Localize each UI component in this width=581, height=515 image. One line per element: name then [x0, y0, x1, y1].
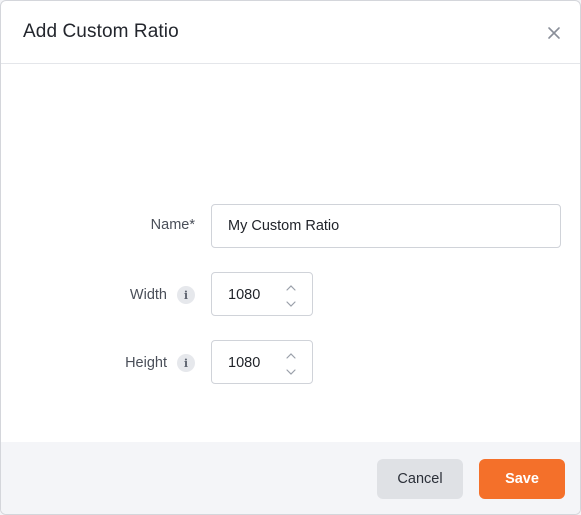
height-label: Height	[125, 355, 167, 371]
close-button[interactable]	[542, 21, 566, 45]
chevron-down-icon	[286, 369, 296, 375]
height-value: 1080	[228, 355, 261, 371]
width-stepper[interactable]: 1080	[211, 272, 313, 316]
close-icon	[548, 27, 560, 39]
name-input[interactable]	[211, 204, 561, 248]
chevron-up-icon	[286, 353, 296, 359]
width-value: 1080	[228, 287, 261, 303]
height-info-icon[interactable]: i	[177, 354, 195, 372]
width-decrement-button[interactable]	[284, 297, 298, 311]
add-custom-ratio-dialog: Add Custom Ratio Name* Width i 1080 Heig…	[0, 0, 581, 515]
dialog-footer: Cancel Save	[1, 442, 580, 514]
width-increment-button[interactable]	[284, 281, 298, 295]
chevron-down-icon	[286, 301, 296, 307]
width-info-icon[interactable]: i	[177, 286, 195, 304]
height-stepper[interactable]: 1080	[211, 340, 313, 384]
save-button[interactable]: Save	[479, 459, 565, 499]
dialog-title: Add Custom Ratio	[23, 21, 179, 42]
chevron-up-icon	[286, 285, 296, 291]
width-label: Width	[129, 287, 167, 303]
height-increment-button[interactable]	[284, 349, 298, 363]
height-decrement-button[interactable]	[284, 365, 298, 379]
dialog-header: Add Custom Ratio	[1, 1, 580, 64]
name-label: Name*	[150, 217, 195, 233]
cancel-button[interactable]: Cancel	[377, 459, 463, 499]
